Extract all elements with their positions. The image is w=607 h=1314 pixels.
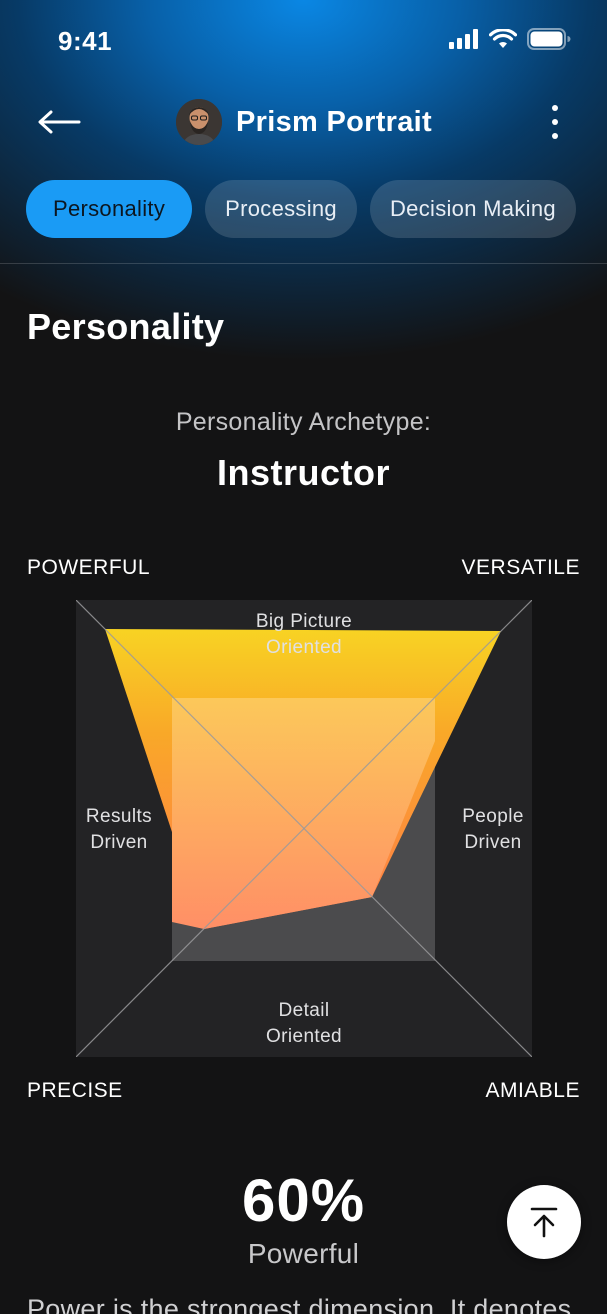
- user-avatar-icon: [176, 99, 222, 145]
- arrow-left-icon: [38, 110, 81, 134]
- wifi-icon: [489, 29, 517, 48]
- tab-decision-making[interactable]: Decision Making: [369, 180, 576, 238]
- header-divider: [0, 263, 607, 264]
- more-vertical-icon-dot: [552, 133, 558, 139]
- axis-label-big-picture-line: Oriented: [265, 637, 343, 658]
- archetype-value: Instructor: [216, 452, 390, 493]
- axis-label-big-picture: Big Picture Oriented: [204, 609, 404, 661]
- quadrant-label-powerful: POWERFUL: [27, 556, 151, 579]
- battery-icon: [527, 28, 571, 50]
- tab-personality[interactable]: Personality: [26, 180, 193, 238]
- scroll-to-top-button[interactable]: [507, 1185, 581, 1259]
- more-vertical-icon-dot: [552, 119, 558, 125]
- avatar[interactable]: [176, 99, 222, 145]
- header-title-group: Prism Portrait: [176, 97, 432, 147]
- archetype-label: Personality Archetype:: [175, 408, 432, 436]
- app-screen: 9:41 Prism Portrait Personality Processi…: [0, 0, 607, 1314]
- axis-label-big-picture-line: Big Picture: [255, 611, 353, 632]
- status-time: 9:41: [58, 26, 113, 56]
- status-icons: [449, 28, 571, 50]
- axis-label-detail-oriented: Detail Oriented: [204, 998, 404, 1050]
- tab-processing[interactable]: Processing: [205, 180, 357, 238]
- axis-label-results-driven: Results Driven: [64, 804, 174, 856]
- tab-bar: Personality Processing Decision Making: [26, 180, 576, 238]
- axis-label-detail-line: Oriented: [265, 1026, 343, 1047]
- page-title: Prism Portrait: [236, 105, 432, 138]
- description-text: Power is the strongest dimension. It den…: [27, 1294, 572, 1314]
- arrow-up-to-top-icon: [530, 1207, 558, 1238]
- cellular-signal-icon: [449, 29, 478, 49]
- axis-label-results-line: Results: [85, 806, 153, 827]
- axis-label-people-line: Driven: [464, 832, 522, 853]
- quadrant-label-versatile: VERSATILE: [461, 556, 580, 579]
- quadrant-label-amiable: AMIABLE: [485, 1079, 580, 1102]
- axis-label-results-line: Driven: [90, 832, 148, 853]
- more-options-button[interactable]: [543, 100, 567, 144]
- axis-label-people-line: People: [462, 806, 524, 827]
- quadrant-label-precise: PRECISE: [27, 1079, 123, 1102]
- axis-label-detail-line: Detail: [278, 1000, 330, 1021]
- axis-label-people-driven: People Driven: [438, 804, 548, 856]
- back-button[interactable]: [34, 100, 84, 144]
- section-title: Personality: [27, 306, 225, 347]
- more-vertical-icon-dot: [552, 105, 558, 111]
